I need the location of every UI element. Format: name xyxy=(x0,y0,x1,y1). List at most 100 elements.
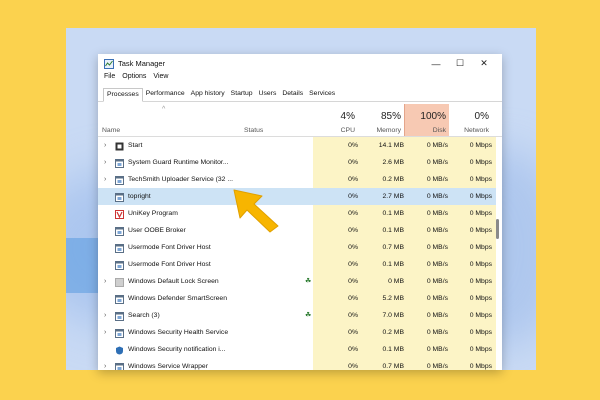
cpu-value: 0% xyxy=(313,205,362,222)
process-row[interactable]: UniKey Program 0% 0.1 MB 0 MB/s 0 Mbps xyxy=(98,205,496,222)
tab-users[interactable]: Users xyxy=(256,88,280,101)
process-row[interactable]: User OOBE Broker 0% 0.1 MB 0 MB/s 0 Mbps xyxy=(98,222,496,239)
column-header-memory[interactable]: 85% Memory xyxy=(359,104,404,136)
process-name: Start xyxy=(128,142,143,149)
memory-value: 0.1 MB xyxy=(359,222,408,239)
disk-value: 0 MB/s xyxy=(405,205,452,222)
process-row[interactable]: Usermode Font Driver Host 0% 0.7 MB 0 MB/s 0… xyxy=(98,239,496,256)
tab-processes[interactable]: Processes xyxy=(103,88,143,102)
disk-value: 0 MB/s xyxy=(405,171,452,188)
status-leaf-icon xyxy=(303,239,313,256)
scrollbar-thumb[interactable] xyxy=(496,219,499,239)
status-leaf-icon xyxy=(303,256,313,273)
network-value: 0 Mbps xyxy=(449,290,496,307)
window-title: Task Manager xyxy=(118,59,166,68)
app-window-icon xyxy=(115,192,124,202)
network-value: 0 Mbps xyxy=(449,171,496,188)
memory-value: 0 MB xyxy=(359,273,408,290)
network-value: 0 Mbps xyxy=(449,239,496,256)
tab-app-history[interactable]: App history xyxy=(188,88,228,101)
process-row[interactable]: topright 0% 2.7 MB 0 MB/s 0 Mbps xyxy=(98,188,496,205)
cpu-value: 0% xyxy=(313,137,362,154)
disk-value: 0 MB/s xyxy=(405,256,452,273)
app-window-icon xyxy=(115,362,124,370)
memory-value: 7.0 MB xyxy=(359,307,408,324)
process-row[interactable]: Windows Defender SmartScreen 0% 5.2 MB 0 MB… xyxy=(98,290,496,307)
sort-up-icon: ^ xyxy=(162,106,166,113)
expand-chevron-icon xyxy=(104,290,112,307)
status-leaf-icon xyxy=(303,188,313,205)
expand-chevron-icon xyxy=(104,205,112,222)
process-name: Usermode Font Driver Host xyxy=(128,261,211,268)
status-leaf-icon xyxy=(303,290,313,307)
memory-total-percent: 85% xyxy=(380,111,401,122)
expand-chevron-icon[interactable]: › xyxy=(104,307,112,324)
expand-chevron-icon[interactable]: › xyxy=(104,171,112,188)
lock-screen-icon xyxy=(115,277,124,287)
tab-performance[interactable]: Performance xyxy=(143,88,188,101)
column-header-cpu-label: CPU xyxy=(340,127,355,134)
memory-value: 0.2 MB xyxy=(359,171,408,188)
status-leaf-icon xyxy=(303,154,313,171)
expand-chevron-icon[interactable]: › xyxy=(104,137,112,154)
tab-services[interactable]: Services xyxy=(306,88,338,101)
process-name: Windows Defender SmartScreen xyxy=(128,295,227,302)
app-window-icon xyxy=(115,226,124,236)
status-leaf-icon xyxy=(303,324,313,341)
memory-value: 5.2 MB xyxy=(359,290,408,307)
expand-chevron-icon xyxy=(104,222,112,239)
menu-options[interactable]: Options xyxy=(122,73,146,84)
expand-chevron-icon[interactable]: › xyxy=(104,154,112,171)
title-bar[interactable]: Task Manager — ☐ ✕ xyxy=(98,54,502,73)
cpu-total-percent: 4% xyxy=(340,111,355,122)
process-row[interactable]: › Windows Service Wrapper 0% 0.7 MB 0 MB/s 0 … xyxy=(98,358,496,370)
expand-chevron-icon xyxy=(104,188,112,205)
expand-chevron-icon[interactable]: › xyxy=(104,273,112,290)
process-row[interactable]: › System Guard Runtime Monitor... 0% 2.6 MB… xyxy=(98,154,496,171)
minimize-button[interactable]: — xyxy=(424,54,448,73)
tab-startup[interactable]: Startup xyxy=(228,88,256,101)
disk-total-percent: 100% xyxy=(420,111,446,122)
column-header-name[interactable]: ^ Name xyxy=(98,104,244,136)
column-header-network[interactable]: 0% Network xyxy=(449,104,492,136)
process-row[interactable]: › Windows Default Lock Screen ☘ 0% 0 MB 0 MB/… xyxy=(98,273,496,290)
memory-value: 0.7 MB xyxy=(359,239,408,256)
process-row[interactable]: › Windows Security Health Service 0% 0.2 MB… xyxy=(98,324,496,341)
menu-bar: File Options View xyxy=(98,73,502,84)
process-name: TechSmith Uploader Service (32 ... xyxy=(128,176,234,183)
network-value: 0 Mbps xyxy=(449,188,496,205)
disk-value: 0 MB/s xyxy=(405,341,452,358)
pointer-arrow-icon xyxy=(233,189,279,233)
process-row[interactable]: › Search (3) ☘ 0% 7.0 MB 0 MB/s 0 Mbps xyxy=(98,307,496,324)
network-value: 0 Mbps xyxy=(449,222,496,239)
process-row[interactable]: Windows Security notification i... 0% 0.1 … xyxy=(98,341,496,358)
memory-value: 0.1 MB xyxy=(359,256,408,273)
column-header-status[interactable]: Status xyxy=(244,104,313,136)
column-header-disk[interactable]: 100% Disk xyxy=(404,104,449,136)
background-window-edge xyxy=(66,238,101,293)
cpu-value: 0% xyxy=(313,171,362,188)
column-header-disk-label: Disk xyxy=(432,127,446,134)
memory-value: 0.1 MB xyxy=(359,205,408,222)
process-row[interactable]: › Start 0% 14.1 MB 0 MB/s 0 Mbps xyxy=(98,137,496,154)
cpu-value: 0% xyxy=(313,273,362,290)
process-row[interactable]: › TechSmith Uploader Service (32 ... 0% 0.2… xyxy=(98,171,496,188)
close-button[interactable]: ✕ xyxy=(472,54,496,73)
tab-details[interactable]: Details xyxy=(279,88,306,101)
column-header-cpu[interactable]: 4% CPU xyxy=(313,104,358,136)
disk-value: 0 MB/s xyxy=(405,290,452,307)
expand-chevron-icon[interactable]: › xyxy=(104,324,112,341)
maximize-button[interactable]: ☐ xyxy=(448,54,472,73)
vertical-scrollbar[interactable] xyxy=(495,137,500,370)
menu-file[interactable]: File xyxy=(104,73,115,84)
memory-value: 0.1 MB xyxy=(359,341,408,358)
network-value: 0 Mbps xyxy=(449,137,496,154)
process-row[interactable]: Usermode Font Driver Host 0% 0.1 MB 0 MB/s 0… xyxy=(98,256,496,273)
status-leaf-icon xyxy=(303,222,313,239)
memory-value: 14.1 MB xyxy=(359,137,408,154)
expand-chevron-icon[interactable]: › xyxy=(104,358,112,370)
menu-view[interactable]: View xyxy=(153,73,168,84)
cpu-value: 0% xyxy=(313,239,362,256)
network-value: 0 Mbps xyxy=(449,205,496,222)
status-leaf-icon xyxy=(303,205,313,222)
